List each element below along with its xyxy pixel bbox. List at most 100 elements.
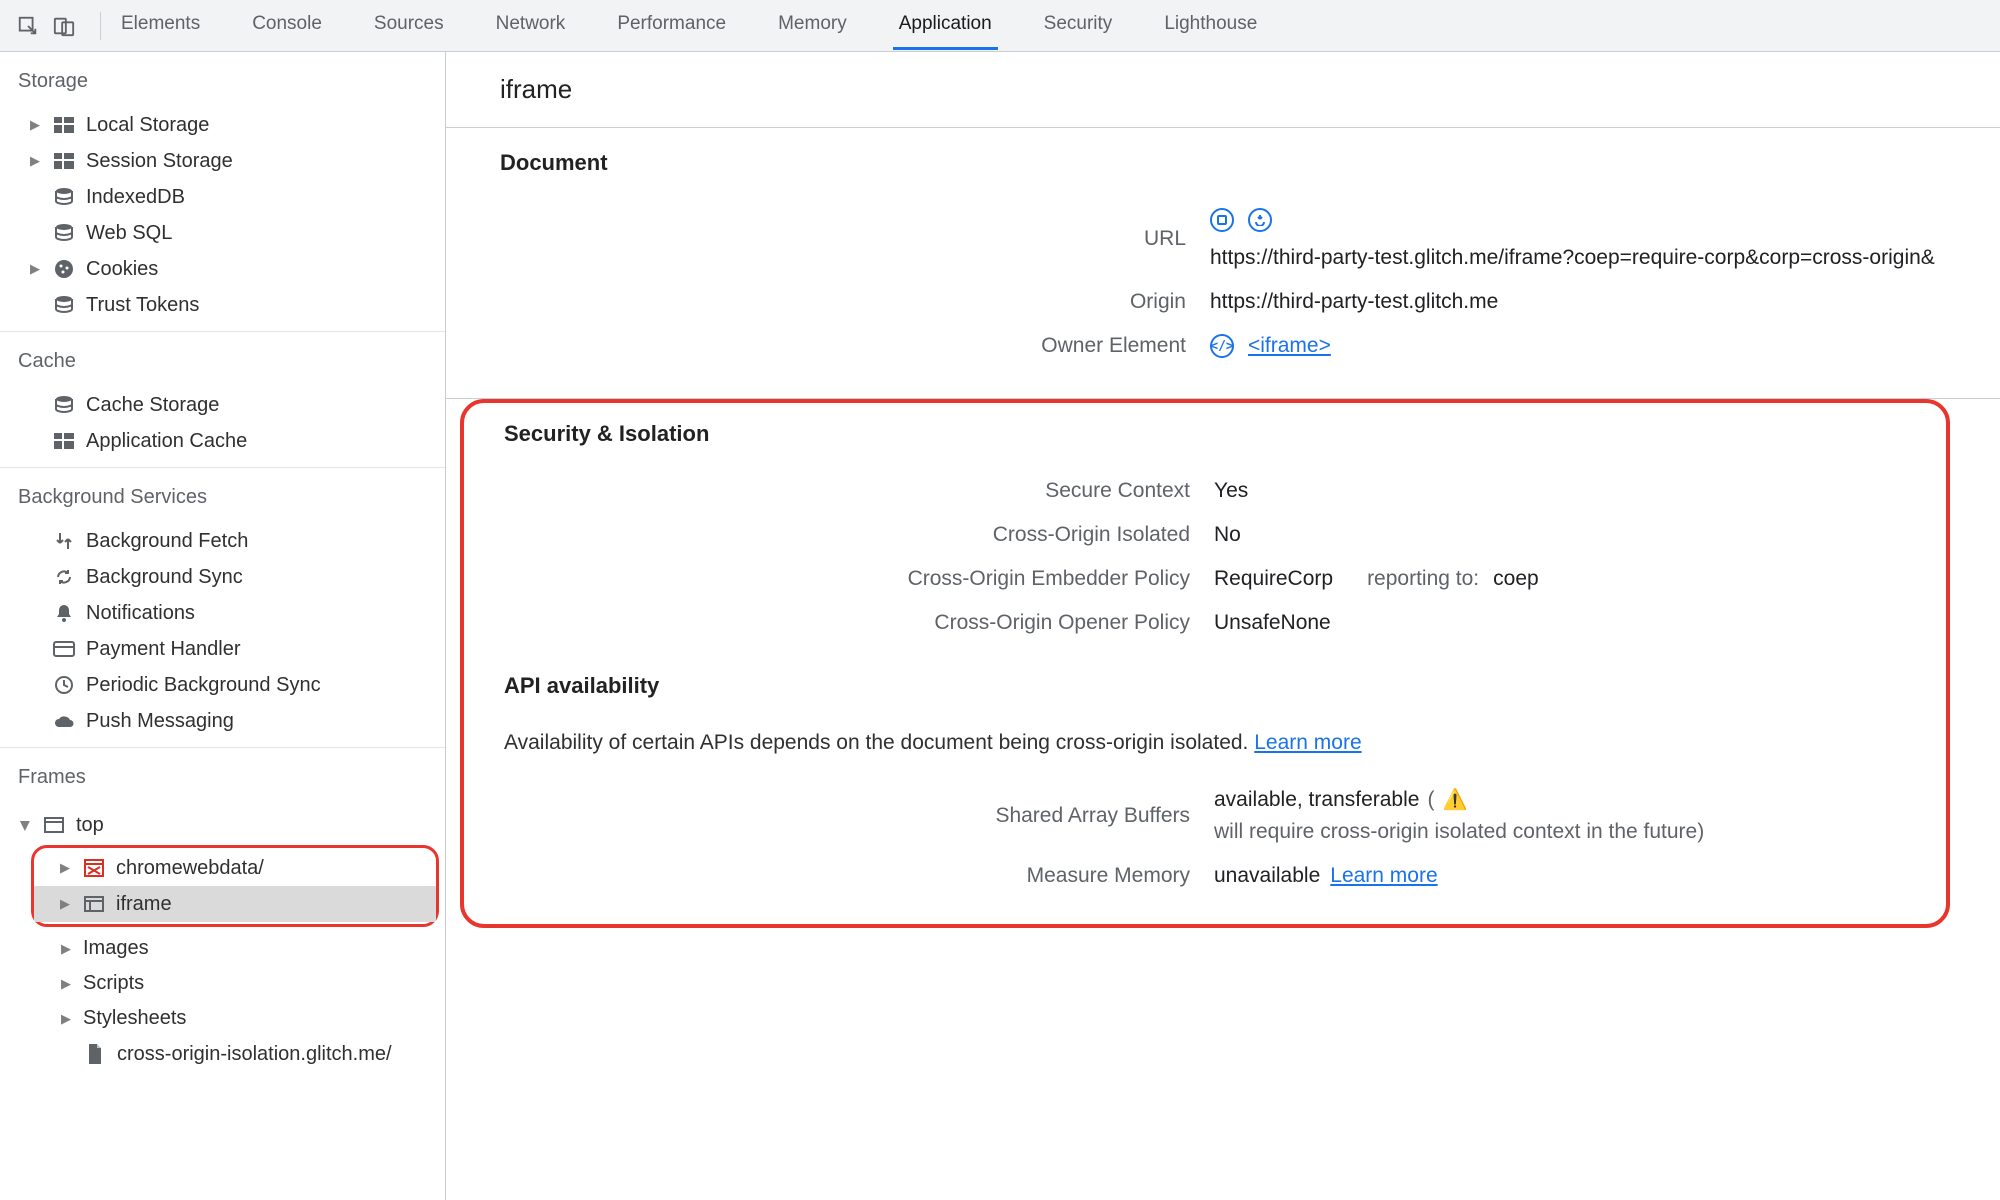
- document-section: Document URL https://third-party-test.gl…: [446, 128, 2000, 398]
- row-owner: Owner Element </> <iframe>: [446, 324, 2000, 368]
- tab-memory[interactable]: Memory: [772, 1, 853, 50]
- row-mm: Measure Memory unavailable Learn more: [464, 854, 1946, 898]
- element-icon[interactable]: </>: [1210, 334, 1234, 358]
- topbar-divider: [100, 12, 101, 40]
- expand-icon[interactable]: ▶: [30, 261, 42, 277]
- sidebar-item-label: Web SQL: [86, 222, 172, 245]
- sidebar-item-cache-storage[interactable]: Cache Storage: [0, 387, 445, 423]
- row-secure-context: Secure Context Yes: [464, 469, 1946, 513]
- sidebar-item-trust-tokens[interactable]: Trust Tokens: [0, 287, 445, 323]
- expand-icon[interactable]: ▶: [30, 117, 42, 133]
- sidebar-item-label: Cookies: [86, 258, 158, 281]
- frames-top[interactable]: ▶ top: [6, 807, 439, 843]
- owner-link[interactable]: <iframe>: [1248, 334, 1331, 358]
- label-owner: Owner Element: [446, 334, 1186, 358]
- database-icon: [52, 293, 76, 317]
- tab-sources[interactable]: Sources: [368, 1, 450, 50]
- clock-icon: [52, 673, 76, 697]
- tab-elements[interactable]: Elements: [115, 1, 206, 50]
- url-value: https://third-party-test.glitch.me/ifram…: [1210, 246, 1935, 270]
- value-coep: RequireCorp: [1214, 567, 1333, 591]
- cloud-icon: [52, 709, 76, 733]
- sidebar-item-notifications[interactable]: Notifications: [0, 595, 445, 631]
- expand-icon[interactable]: ▶: [30, 153, 42, 169]
- card-icon: [52, 637, 76, 661]
- row-coop: Cross-Origin Opener Policy UnsafeNone: [464, 601, 1946, 645]
- sidebar-item-label: Scripts: [83, 972, 144, 995]
- bell-icon: [52, 601, 76, 625]
- frames-scripts[interactable]: ▶ Scripts: [6, 966, 439, 1001]
- database-icon: [52, 221, 76, 245]
- sidebar-item-background-sync[interactable]: Background Sync: [0, 559, 445, 595]
- security-highlight-box: Security & Isolation Secure Context Yes …: [460, 399, 1950, 928]
- application-sidebar: Storage ▶ Local Storage ▶ Session Storag…: [0, 52, 446, 1200]
- row-coi: Cross-Origin Isolated No: [464, 513, 1946, 557]
- devtools-topbar: Elements Console Sources Network Perform…: [0, 0, 2000, 52]
- database-icon: [52, 393, 76, 417]
- value-coi: No: [1214, 523, 1241, 547]
- sidebar-item-label: Local Storage: [86, 114, 209, 137]
- mm-learn-more-link[interactable]: Learn more: [1330, 864, 1437, 888]
- label-reporting-to: reporting to:: [1367, 567, 1479, 591]
- table-icon: [52, 113, 76, 137]
- expand-icon[interactable]: ▶: [61, 976, 73, 992]
- sidebar-item-background-fetch[interactable]: Background Fetch: [0, 523, 445, 559]
- sidebar-item-label: Periodic Background Sync: [86, 674, 321, 697]
- reload-icon[interactable]: [1248, 208, 1272, 232]
- frames-highlight-box: ▶ chromewebdata/ ▶ iframe: [31, 845, 439, 927]
- blocked-frame-icon: [82, 856, 106, 880]
- warn-open: (: [1427, 788, 1434, 812]
- sidebar-item-label: chromewebdata/: [116, 857, 264, 880]
- label-coop: Cross-Origin Opener Policy: [464, 611, 1190, 635]
- sidebar-item-label: Stylesheets: [83, 1007, 186, 1030]
- sidebar-item-payment-handler[interactable]: Payment Handler: [0, 631, 445, 667]
- file-icon: [83, 1042, 107, 1066]
- sidebar-item-indexeddb[interactable]: IndexedDB: [0, 179, 445, 215]
- value-coop: UnsafeNone: [1214, 611, 1331, 635]
- window-icon: [42, 813, 66, 837]
- document-heading: Document: [446, 150, 2000, 176]
- tab-console[interactable]: Console: [246, 1, 328, 50]
- expand-icon[interactable]: ▶: [61, 1011, 73, 1027]
- sidebar-item-session-storage[interactable]: ▶ Session Storage: [0, 143, 445, 179]
- value-reporting-to: coep: [1493, 567, 1539, 591]
- fetch-icon: [52, 529, 76, 553]
- tab-application[interactable]: Application: [893, 1, 998, 50]
- sync-icon: [52, 565, 76, 589]
- sidebar-item-push-messaging[interactable]: Push Messaging: [0, 703, 445, 739]
- cookie-icon: [52, 257, 76, 281]
- sidebar-item-cookies[interactable]: ▶ Cookies: [0, 251, 445, 287]
- inspect-icon[interactable]: [14, 12, 42, 40]
- label-origin: Origin: [446, 290, 1186, 314]
- frames-chromewebdata[interactable]: ▶ chromewebdata/: [34, 850, 436, 886]
- api-learn-more-link[interactable]: Learn more: [1254, 731, 1361, 754]
- expand-icon[interactable]: ▶: [18, 821, 34, 833]
- security-heading: Security & Isolation: [464, 421, 1946, 447]
- section-background-title: Background Services: [0, 468, 445, 523]
- expand-icon[interactable]: ▶: [60, 896, 72, 912]
- sidebar-item-periodic-sync[interactable]: Periodic Background Sync: [0, 667, 445, 703]
- label-coi: Cross-Origin Isolated: [464, 523, 1190, 547]
- sidebar-item-local-storage[interactable]: ▶ Local Storage: [0, 107, 445, 143]
- copy-icon[interactable]: [1210, 208, 1234, 232]
- sidebar-item-websql[interactable]: Web SQL: [0, 215, 445, 251]
- api-desc: Availability of certain APIs depends on …: [464, 721, 1946, 777]
- expand-icon[interactable]: ▶: [60, 860, 72, 876]
- warning-icon: ⚠️: [1442, 787, 1467, 812]
- frames-stylesheets[interactable]: ▶ Stylesheets: [6, 1001, 439, 1036]
- row-sab: Shared Array Buffers available, transfer…: [464, 777, 1946, 854]
- device-toggle-icon[interactable]: [50, 12, 78, 40]
- frames-iframe[interactable]: ▶ iframe: [34, 886, 436, 922]
- sidebar-item-application-cache[interactable]: Application Cache: [0, 423, 445, 459]
- expand-icon[interactable]: ▶: [61, 941, 73, 957]
- devtools-tabs: Elements Console Sources Network Perform…: [115, 1, 1263, 50]
- frames-images[interactable]: ▶ Images: [6, 931, 439, 966]
- tab-performance[interactable]: Performance: [611, 1, 732, 50]
- frames-file[interactable]: cross-origin-isolation.glitch.me/: [6, 1036, 439, 1072]
- table-icon: [52, 429, 76, 453]
- sidebar-item-label: Payment Handler: [86, 638, 241, 661]
- tab-lighthouse[interactable]: Lighthouse: [1158, 1, 1263, 50]
- section-storage-title: Storage: [0, 52, 445, 107]
- tab-network[interactable]: Network: [490, 1, 572, 50]
- tab-security[interactable]: Security: [1038, 1, 1119, 50]
